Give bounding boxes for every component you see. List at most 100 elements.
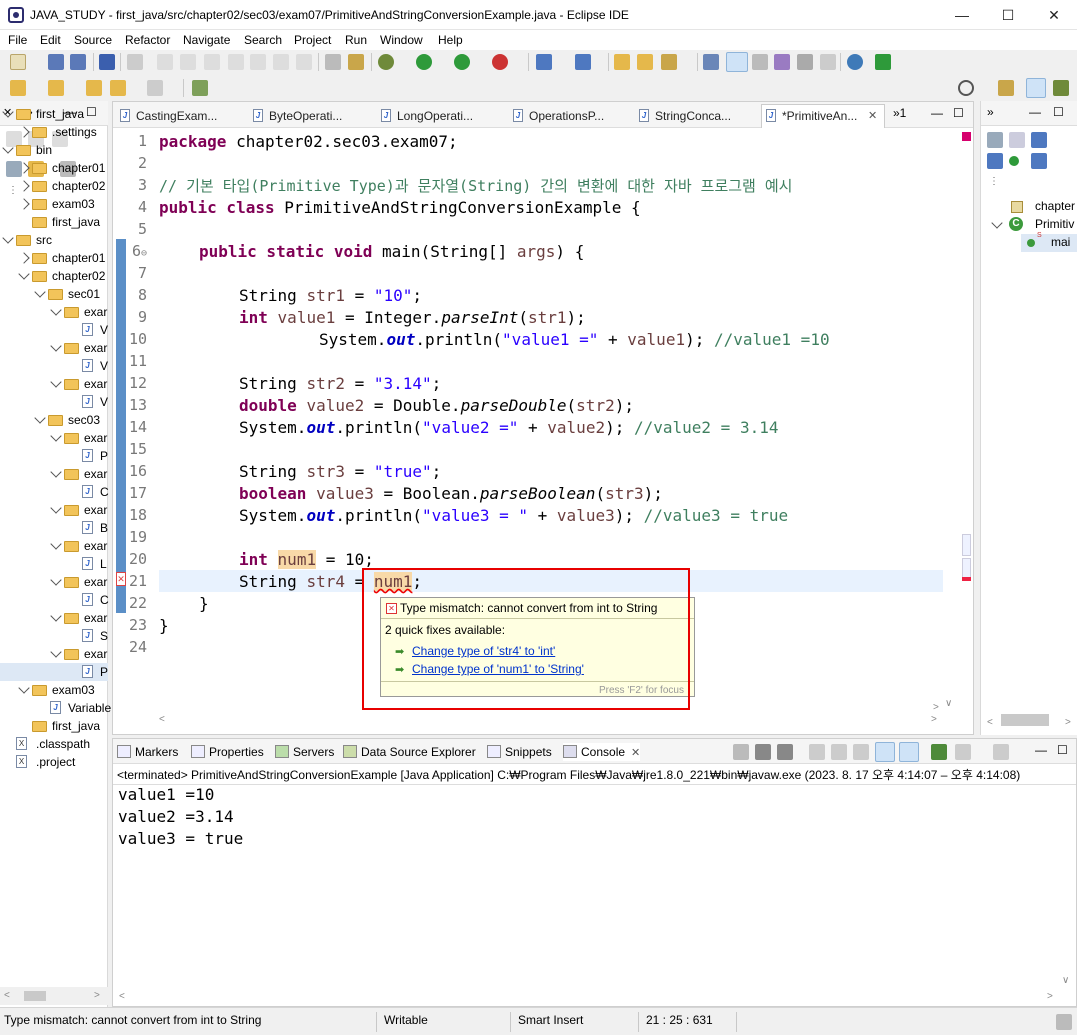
word-wrap-console-icon[interactable] — [853, 744, 869, 760]
tree-item[interactable]: JV — [0, 393, 108, 411]
disconnect-icon[interactable] — [228, 54, 244, 70]
tree-item[interactable]: JV — [0, 357, 108, 375]
terminate-icon[interactable] — [204, 54, 220, 70]
pilcrow-icon[interactable] — [820, 54, 836, 70]
hide-fields-icon[interactable] — [987, 153, 1003, 169]
outline-overflow[interactable]: » — [987, 105, 994, 119]
last-edit-icon[interactable] — [86, 80, 102, 96]
chevron-down-icon[interactable] — [991, 217, 1003, 229]
outline-method[interactable]: mai — [1051, 235, 1070, 249]
terminate-console-icon[interactable] — [733, 744, 749, 760]
tree-item[interactable]: X .project — [0, 753, 108, 771]
maximize-button[interactable]: ☐ — [985, 0, 1031, 30]
skip-breakpoints-icon[interactable] — [127, 54, 143, 70]
menu-window[interactable]: Window — [380, 33, 423, 47]
chevron-right-icon[interactable] — [18, 252, 30, 264]
console-close-icon[interactable]: ✕ — [631, 747, 640, 759]
step-over-icon[interactable] — [273, 54, 289, 70]
outline-menu-dots-icon[interactable]: ⋮ — [989, 176, 999, 187]
menu-edit[interactable]: Edit — [40, 33, 61, 47]
tree-item[interactable]: sec03 — [0, 411, 108, 429]
tab-data-source-explorer[interactable]: Data Source Explorer — [343, 743, 476, 761]
status-options-icon[interactable] — [1056, 1014, 1072, 1030]
tab-markers[interactable]: Markers — [117, 743, 178, 761]
editor-maximize-icon[interactable]: ☐ — [953, 106, 964, 120]
tree-item[interactable]: JP — [0, 447, 108, 465]
show-stderr-icon[interactable] — [899, 742, 919, 762]
pin-console-icon[interactable] — [931, 744, 947, 760]
chevron-right-icon[interactable] — [18, 180, 30, 192]
coverage-icon[interactable] — [454, 54, 470, 70]
chevron-down-icon[interactable] — [2, 142, 14, 154]
globe-icon[interactable] — [847, 54, 863, 70]
tree-item[interactable]: exar — [0, 609, 108, 627]
tab-string-concat[interactable]: J StringConca... — [635, 105, 755, 127]
tree-item[interactable]: exar — [0, 339, 108, 357]
tree-item[interactable]: JC — [0, 483, 109, 501]
chevron-right-icon[interactable] — [18, 126, 30, 138]
open-perspective-icon[interactable] — [998, 80, 1014, 96]
block-selection-icon[interactable] — [752, 54, 768, 70]
minimize-button[interactable]: — — [939, 0, 985, 30]
tree-item[interactable]: chapter01 — [0, 159, 108, 177]
tree-item[interactable]: exar — [0, 465, 108, 483]
save-all-icon[interactable] — [70, 54, 86, 70]
tab-servers[interactable]: Servers — [275, 743, 334, 761]
tab-overflow[interactable]: »1 — [893, 106, 906, 120]
remove-all-icon[interactable] — [777, 744, 793, 760]
pin-editor-icon[interactable] — [192, 80, 208, 96]
overview-ruler-thumb[interactable] — [962, 534, 971, 556]
next-annotation-icon[interactable] — [10, 80, 26, 96]
tree-item[interactable]: src — [0, 231, 108, 249]
chevron-down-icon[interactable] — [50, 376, 62, 388]
step-into-icon[interactable] — [250, 54, 266, 70]
tree-item[interactable]: JP — [0, 663, 108, 681]
tab-long-operation[interactable]: J LongOperati... — [377, 105, 497, 127]
external-tools-icon[interactable] — [492, 54, 508, 70]
suspend-icon[interactable] — [180, 54, 196, 70]
search-icon[interactable] — [958, 80, 974, 96]
tree-item[interactable]: first_java — [0, 213, 108, 231]
chevron-down-icon[interactable] — [50, 304, 62, 316]
toggle-icon[interactable] — [348, 54, 364, 70]
new-icon[interactable] — [10, 54, 26, 70]
explorer-scrollbar[interactable]: < > — [0, 987, 108, 1005]
chevron-down-icon[interactable] — [50, 610, 62, 622]
menu-help[interactable]: Help — [438, 33, 463, 47]
tab-primitive-string[interactable]: J *PrimitiveAn... ✕ — [761, 104, 885, 128]
display-console-icon[interactable] — [955, 744, 971, 760]
highlight-icon[interactable] — [726, 52, 748, 72]
remove-launch-icon[interactable] — [755, 744, 771, 760]
chevron-down-icon[interactable] — [50, 574, 62, 586]
tree-item[interactable]: sec01 — [0, 285, 108, 303]
word-wrap-icon[interactable] — [774, 54, 790, 70]
outline-package[interactable]: chapter — [1035, 199, 1075, 213]
tree-item[interactable]: exam03 — [0, 681, 108, 699]
clear-console-icon[interactable] — [809, 744, 825, 760]
error-overview-marker[interactable] — [962, 132, 971, 141]
run-icon[interactable] — [416, 54, 432, 70]
forward-icon[interactable] — [147, 80, 163, 96]
console-minimize-icon[interactable]: — — [1035, 743, 1047, 757]
open-console-icon[interactable] — [993, 744, 1009, 760]
chevron-down-icon[interactable] — [18, 268, 30, 280]
tab-properties[interactable]: Properties — [191, 743, 264, 761]
debug-perspective-icon[interactable] — [1053, 80, 1069, 96]
previous-annotation-icon[interactable] — [48, 80, 64, 96]
tab-operations[interactable]: J OperationsP... — [509, 105, 629, 127]
outline-minimize-icon[interactable]: — — [1029, 105, 1041, 119]
chevron-down-icon[interactable] — [50, 340, 62, 352]
open-type-icon[interactable] — [614, 54, 630, 70]
java-perspective-icon[interactable] — [1026, 78, 1046, 98]
open-task-icon[interactable] — [637, 54, 653, 70]
tree-item[interactable]: bin — [0, 141, 108, 159]
chevron-down-icon[interactable] — [50, 430, 62, 442]
tree-item[interactable]: exar — [0, 537, 108, 555]
chevron-right-icon[interactable] — [18, 198, 30, 210]
tree-item[interactable]: exar — [0, 573, 108, 591]
tree-item[interactable]: JL — [0, 555, 108, 573]
error-overview-tick[interactable] — [962, 577, 971, 581]
sort-icon[interactable] — [1009, 132, 1025, 148]
annotation-icon[interactable] — [703, 54, 719, 70]
tree-item[interactable]: .settings — [0, 123, 108, 141]
